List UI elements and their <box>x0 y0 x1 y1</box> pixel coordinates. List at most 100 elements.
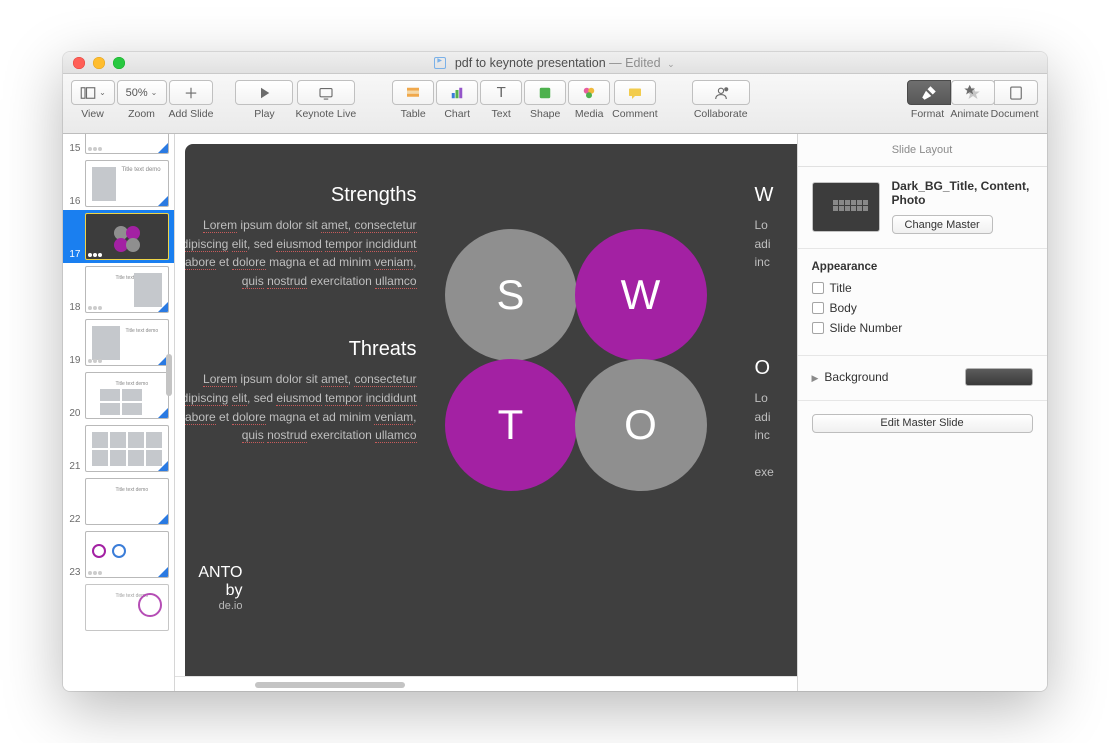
slide-thumb[interactable] <box>85 134 169 154</box>
slide-number-checkbox-row[interactable]: Slide Number <box>812 321 1033 335</box>
thumb-row[interactable]: 21 <box>63 422 174 475</box>
slide-number: 23 <box>65 567 81 578</box>
comment-indicator-icon <box>88 359 102 363</box>
edit-master-slide-button[interactable]: Edit Master Slide <box>812 414 1033 433</box>
document-icon <box>1007 84 1025 102</box>
paintbrush-icon <box>920 84 938 102</box>
collaborate-group: Collaborate <box>692 80 750 120</box>
background-section: ▶Background <box>798 356 1047 401</box>
thumb-row[interactable]: Title text demo <box>63 581 174 634</box>
title-checkbox-row[interactable]: Title <box>812 281 1033 295</box>
threats-heading: Threats <box>185 338 417 361</box>
comment-indicator-icon <box>88 147 102 151</box>
background-color-swatch[interactable] <box>965 368 1033 386</box>
slide-number: 16 <box>65 196 81 207</box>
thumb-row[interactable]: 18 Title text demo <box>63 263 174 316</box>
footer-line1: ANTO by <box>185 564 243 600</box>
document-proxy-icon[interactable] <box>434 57 446 69</box>
thumb-row-selected[interactable]: 17 <box>63 210 174 263</box>
shape-group: Shape <box>524 80 566 120</box>
slide-thumb[interactable]: Title text demo <box>85 319 169 366</box>
weaknesses-body-clipped: Loadiinc <box>755 216 797 309</box>
thumb-row[interactable]: 15 <box>63 134 174 157</box>
title-dropdown-icon[interactable]: ⌄ <box>664 59 675 69</box>
thumb-row[interactable]: 20 Title text demo <box>63 369 174 422</box>
comment-group: Comment <box>612 80 658 120</box>
slide-canvas[interactable]: Strengths Lorem ipsum dolor sit amet, co… <box>175 134 797 676</box>
checkbox[interactable] <box>812 282 824 294</box>
opportunities-body-clipped: Loadiinc exe <box>755 389 797 482</box>
slide-navigator[interactable]: 15 16 Title text demo 17 <box>63 134 175 691</box>
scrollbar-thumb[interactable] <box>255 682 405 688</box>
media-button[interactable] <box>568 80 610 105</box>
horizontal-scrollbar[interactable] <box>175 676 797 691</box>
text-icon: T <box>492 84 510 102</box>
collaborate-button[interactable] <box>692 80 750 105</box>
strengths-circle[interactable]: S <box>445 229 577 361</box>
checkbox[interactable] <box>812 302 824 314</box>
document-label: Document <box>991 108 1039 120</box>
w-letter: W <box>621 271 661 319</box>
threats-circle[interactable]: T <box>445 359 577 491</box>
play-button[interactable] <box>235 80 293 105</box>
collaborate-icon <box>712 84 730 102</box>
slide-thumb[interactable]: Title text demo <box>85 372 169 419</box>
slide-thumb[interactable]: Title text demo <box>85 478 169 525</box>
left-text-column[interactable]: Strengths Lorem ipsum dolor sit amet, co… <box>185 184 417 445</box>
traffic-lights <box>63 57 125 69</box>
toolbar: ⌄ View 50% ⌄ Zoom Add Slide Play <box>63 74 1047 134</box>
strengths-heading: Strengths <box>185 184 417 207</box>
view-button[interactable]: ⌄ <box>71 80 115 105</box>
add-slide-group: Add Slide <box>169 80 214 120</box>
view-label: View <box>81 108 104 120</box>
change-master-button[interactable]: Change Master <box>892 215 993 234</box>
add-slide-button[interactable] <box>169 80 213 105</box>
slide-footer[interactable]: ANTO by de.io <box>185 564 243 612</box>
slide-thumb[interactable]: Title text demo <box>85 266 169 313</box>
slide-thumb[interactable] <box>85 531 169 578</box>
checkbox[interactable] <box>812 322 824 334</box>
slide-layout-tab[interactable]: Slide Layout <box>798 134 1047 167</box>
keynote-live-button[interactable] <box>297 80 355 105</box>
window-minimize-button[interactable] <box>93 57 105 69</box>
chart-button[interactable] <box>436 80 478 105</box>
zoom-group: 50% ⌄ Zoom <box>117 80 167 120</box>
format-label: Format <box>907 108 949 120</box>
slide-thumb[interactable]: Title text demo <box>85 584 169 631</box>
thumb-row[interactable]: 19 Title text demo <box>63 316 174 369</box>
text-button[interactable]: T <box>480 80 522 105</box>
table-label: Table <box>401 108 426 120</box>
body-checkbox-row[interactable]: Body <box>812 301 1033 315</box>
animate-button[interactable] <box>951 80 995 105</box>
document-button[interactable] <box>994 80 1038 105</box>
format-button[interactable] <box>907 80 951 105</box>
comment-button[interactable] <box>614 80 656 105</box>
slide-thumb[interactable] <box>85 213 169 260</box>
navigator-scrollbar[interactable] <box>166 354 172 396</box>
slide-thumb[interactable]: Title text demo <box>85 160 169 207</box>
o-letter: O <box>624 401 657 449</box>
media-label: Media <box>575 108 604 120</box>
slide-number: 20 <box>65 408 81 419</box>
opportunities-heading-clipped: O <box>755 357 797 380</box>
window-close-button[interactable] <box>73 57 85 69</box>
slide-number: 19 <box>65 355 81 366</box>
slide-thumb[interactable] <box>85 425 169 472</box>
thumb-row[interactable]: 22 Title text demo <box>63 475 174 528</box>
edited-indicator: — Edited <box>609 56 660 70</box>
slide[interactable]: Strengths Lorem ipsum dolor sit amet, co… <box>185 144 797 676</box>
background-disclosure[interactable]: ▶Background <box>812 370 889 384</box>
opportunities-circle[interactable]: O <box>575 359 707 491</box>
window-zoom-button[interactable] <box>113 57 125 69</box>
right-text-column[interactable]: W Loadiinc O Loadiinc exe <box>755 184 797 482</box>
footer-line2: de.io <box>185 600 243 612</box>
strengths-body: Lorem ipsum dolor sit amet, consectetur … <box>185 216 417 290</box>
shape-button[interactable] <box>524 80 566 105</box>
thumb-row[interactable]: 16 Title text demo <box>63 157 174 210</box>
thumb-row[interactable]: 23 <box>63 528 174 581</box>
table-button[interactable] <box>392 80 434 105</box>
chevron-down-icon: ⌄ <box>99 88 106 97</box>
comment-indicator-icon <box>88 571 102 575</box>
zoom-button[interactable]: 50% ⌄ <box>117 80 167 105</box>
weaknesses-circle[interactable]: W <box>575 229 707 361</box>
